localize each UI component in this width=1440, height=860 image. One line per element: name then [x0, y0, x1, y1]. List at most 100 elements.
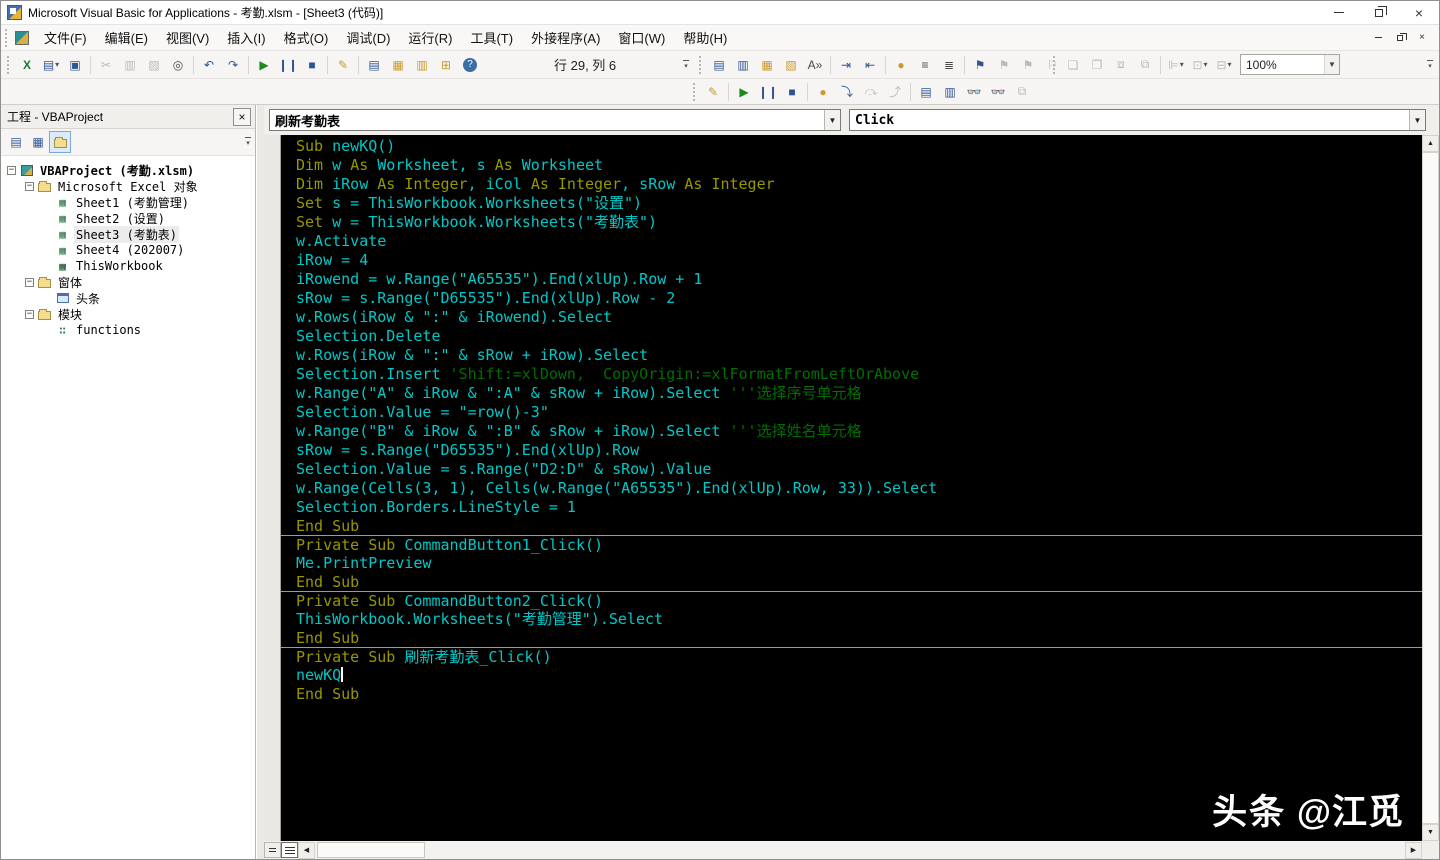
view-object-button[interactable]: ▦: [27, 131, 49, 153]
full-module-view-button[interactable]: [281, 842, 298, 858]
save-icon[interactable]: ▣: [64, 54, 86, 76]
toolbar-grip[interactable]: [7, 55, 11, 74]
toolbar-grip[interactable]: [1053, 55, 1057, 74]
redo-icon[interactable]: ↷: [222, 54, 244, 76]
indent-icon[interactable]: ⇥: [835, 54, 857, 76]
procedure-view-button[interactable]: [264, 842, 281, 858]
tree-item-6[interactable]: ▦ Sheet4 (202007): [1, 242, 255, 258]
help-icon[interactable]: ?: [459, 54, 481, 76]
view-code-button[interactable]: ▤: [5, 131, 27, 153]
align-icon[interactable]: ⊫ ▾: [1165, 54, 1187, 76]
zoom-combobox[interactable]: 100% ▼: [1240, 54, 1340, 75]
restore-button[interactable]: [1359, 1, 1399, 24]
panel-splitter[interactable]: [257, 105, 264, 859]
toolbar-grip[interactable]: [5, 28, 9, 47]
menu-item-7[interactable]: 运行(R): [399, 27, 461, 49]
undo-icon[interactable]: ↶: [198, 54, 220, 76]
outdent-icon[interactable]: ⇤: [859, 54, 881, 76]
group-icon[interactable]: ⧈: [1110, 54, 1132, 76]
vertical-scroll-thumb[interactable]: [1422, 152, 1439, 824]
paste-icon[interactable]: ▧: [143, 54, 165, 76]
quick-watch-icon[interactable]: 👓: [987, 81, 1009, 103]
locals-window-icon[interactable]: ▤: [915, 81, 937, 103]
step-out-icon[interactable]: ⤴: [884, 81, 906, 103]
document-icon[interactable]: [15, 30, 29, 45]
view-microsoft-excel-icon[interactable]: X: [16, 54, 38, 76]
scroll-up-button[interactable]: ▲: [1422, 135, 1439, 152]
vertical-scrollbar[interactable]: ▲ ▼: [1422, 135, 1439, 841]
procedure-dropdown[interactable]: Click ▼: [849, 109, 1426, 131]
chevron-down-icon[interactable]: ▼: [1324, 55, 1339, 74]
bring-to-front-icon[interactable]: ❏: [1062, 54, 1084, 76]
next-bookmark-icon[interactable]: ⚑: [993, 54, 1015, 76]
menu-item-10[interactable]: 窗口(W): [609, 27, 674, 49]
tree-item-4[interactable]: ▦ Sheet2 (设置): [1, 210, 255, 226]
list-properties-icon[interactable]: ▤: [708, 54, 730, 76]
arrange-buttons-icon[interactable]: ⊟ ▾: [1213, 54, 1235, 76]
child-restore-button[interactable]: [1389, 29, 1411, 47]
tree-item-9[interactable]: 头条: [1, 290, 255, 306]
tree-item-2[interactable]: − Microsoft Excel 对象: [1, 178, 255, 194]
toolbox-icon[interactable]: ⊞: [435, 54, 457, 76]
break-icon[interactable]: ❙❙: [277, 54, 299, 76]
minimize-button[interactable]: [1319, 1, 1359, 24]
run-icon[interactable]: ▶: [733, 81, 755, 103]
toolbar-overflow-icon[interactable]: ▾: [681, 55, 691, 75]
menu-item-3[interactable]: 视图(V): [157, 27, 218, 49]
quick-info-icon[interactable]: ▦: [756, 54, 778, 76]
horizontal-scrollbar[interactable]: ◀ ▶: [264, 841, 1422, 859]
child-minimize-button[interactable]: [1367, 29, 1389, 47]
toggle-folders-button[interactable]: [49, 131, 71, 153]
step-into-icon[interactable]: ⤵: [836, 81, 858, 103]
run-sub-icon[interactable]: ▶: [253, 54, 275, 76]
object-browser-icon[interactable]: ▥: [411, 54, 433, 76]
scroll-left-button[interactable]: ◀: [298, 841, 315, 859]
call-stack-icon[interactable]: ⧉: [1011, 81, 1033, 103]
cut-icon[interactable]: ✂: [95, 54, 117, 76]
scroll-down-button[interactable]: ▼: [1422, 824, 1439, 841]
object-dropdown[interactable]: 刷新考勤表 ▼: [269, 109, 841, 131]
copy-icon[interactable]: ▥: [119, 54, 141, 76]
menu-item-8[interactable]: 工具(T): [461, 27, 522, 49]
collapse-icon[interactable]: −: [25, 309, 34, 319]
design-mode-icon[interactable]: ✎: [702, 81, 724, 103]
tree-item-1[interactable]: − VBAProject (考勤.xlsm): [1, 162, 255, 178]
parameter-info-icon[interactable]: ▧: [780, 54, 802, 76]
menu-item-2[interactable]: 编辑(E): [96, 27, 157, 49]
break-icon[interactable]: ❙❙: [757, 81, 779, 103]
menu-item-5[interactable]: 格式(O): [275, 27, 338, 49]
horizontal-scroll-thumb[interactable]: [317, 842, 425, 858]
reset-icon[interactable]: ■: [781, 81, 803, 103]
menu-item-1[interactable]: 文件(F): [35, 27, 96, 49]
menu-item-6[interactable]: 调试(D): [337, 27, 399, 49]
project-panel-close-button[interactable]: ×: [233, 107, 251, 126]
send-to-back-icon[interactable]: ❐: [1086, 54, 1108, 76]
close-button[interactable]: ×: [1399, 1, 1439, 24]
project-explorer-icon[interactable]: ▤: [363, 54, 385, 76]
toolbar-grip[interactable]: [693, 82, 697, 101]
watch-window-icon[interactable]: 👓: [963, 81, 985, 103]
child-close-button[interactable]: ×: [1411, 29, 1433, 47]
reset-icon[interactable]: ■: [301, 54, 323, 76]
toolbar-overflow-icon[interactable]: ▾: [1425, 55, 1435, 75]
previous-bookmark-icon[interactable]: ⚑: [1017, 54, 1039, 76]
margin-indicator-bar[interactable]: [264, 135, 281, 841]
complete-word-icon[interactable]: A»: [804, 54, 826, 76]
immediate-window-icon[interactable]: ▥: [939, 81, 961, 103]
chevron-down-icon[interactable]: ▼: [824, 110, 840, 130]
design-mode-icon[interactable]: ✎: [332, 54, 354, 76]
center-icon[interactable]: ⊡ ▾: [1189, 54, 1211, 76]
menu-item-9[interactable]: 外接程序(A): [522, 27, 609, 49]
collapse-icon[interactable]: −: [7, 165, 16, 175]
tree-item-5[interactable]: ▦ Sheet3 (考勤表): [1, 225, 255, 243]
scroll-right-button[interactable]: ▶: [1405, 841, 1422, 859]
chevron-down-icon[interactable]: ▼: [1409, 110, 1425, 130]
tree-item-10[interactable]: − 模块: [1, 306, 255, 322]
code-editor[interactable]: Sub newKQ() Dim w As Worksheet, s As Work…: [264, 135, 1422, 841]
collapse-icon[interactable]: −: [25, 277, 34, 287]
toolbar-overflow-icon[interactable]: ▾: [243, 132, 253, 152]
menu-item-4[interactable]: 插入(I): [218, 27, 274, 49]
toolbar-grip[interactable]: [699, 55, 703, 74]
toggle-breakpoint-icon[interactable]: ●: [890, 54, 912, 76]
list-constants-icon[interactable]: ▥: [732, 54, 754, 76]
